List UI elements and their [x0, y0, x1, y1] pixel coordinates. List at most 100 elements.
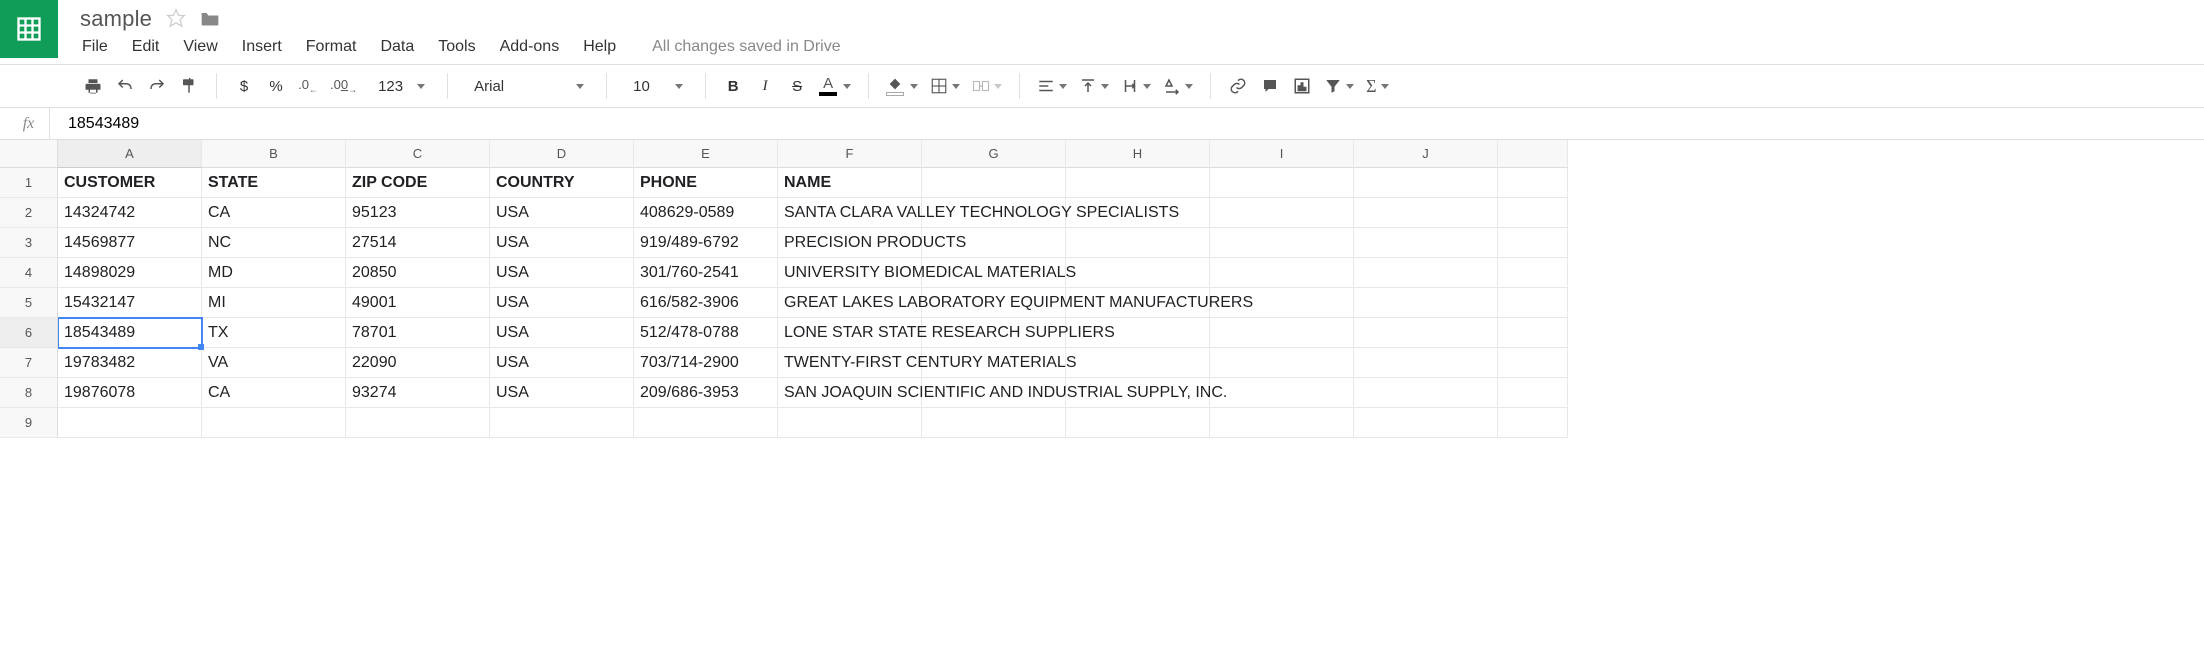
cell[interactable]: USA — [490, 348, 634, 378]
cell[interactable] — [1498, 378, 1568, 408]
cell[interactable]: 408629-0589 — [634, 198, 778, 228]
document-title[interactable]: sample — [80, 6, 152, 32]
cell[interactable]: COUNTRY — [490, 168, 634, 198]
select-all-corner[interactable] — [0, 140, 58, 168]
percent-button[interactable]: % — [263, 71, 289, 101]
cell[interactable]: NC — [202, 228, 346, 258]
cell[interactable] — [1066, 258, 1210, 288]
row-number[interactable]: 4 — [0, 258, 58, 288]
cell[interactable] — [1354, 258, 1498, 288]
cell[interactable]: PRECISION PRODUCTS — [778, 228, 922, 258]
cell[interactable] — [1210, 318, 1354, 348]
cell[interactable]: 27514 — [346, 228, 490, 258]
cell[interactable]: 14569877 — [58, 228, 202, 258]
column-header[interactable]: H — [1066, 140, 1210, 168]
column-header[interactable]: C — [346, 140, 490, 168]
menu-help[interactable]: Help — [581, 36, 618, 58]
cell[interactable]: 14898029 — [58, 258, 202, 288]
print-icon[interactable] — [80, 71, 106, 101]
decrease-decimal-button[interactable]: .0← — [295, 71, 321, 101]
cell[interactable]: SAN JOAQUIN SCIENTIFIC AND INDUSTRIAL SU… — [778, 378, 922, 408]
filter-icon[interactable] — [1321, 71, 1357, 101]
cell[interactable] — [58, 408, 202, 438]
menu-edit[interactable]: Edit — [130, 36, 162, 58]
cell[interactable]: 49001 — [346, 288, 490, 318]
redo-icon[interactable] — [144, 71, 170, 101]
menu-data[interactable]: Data — [378, 36, 416, 58]
column-header[interactable] — [1498, 140, 1568, 168]
cell[interactable] — [1210, 258, 1354, 288]
cell[interactable] — [922, 168, 1066, 198]
cell[interactable] — [1066, 408, 1210, 438]
insert-link-icon[interactable] — [1225, 71, 1251, 101]
column-header[interactable]: J — [1354, 140, 1498, 168]
cell[interactable] — [1354, 288, 1498, 318]
row-number[interactable]: 3 — [0, 228, 58, 258]
menu-insert[interactable]: Insert — [240, 36, 284, 58]
cell[interactable]: 20850 — [346, 258, 490, 288]
paint-format-icon[interactable] — [176, 71, 202, 101]
font-family-dropdown[interactable]: Arial — [462, 71, 592, 101]
cell[interactable]: USA — [490, 378, 634, 408]
cell[interactable] — [1210, 378, 1354, 408]
cell[interactable]: 19783482 — [58, 348, 202, 378]
cell[interactable] — [1066, 168, 1210, 198]
cell[interactable]: CUSTOMER — [58, 168, 202, 198]
sheets-logo[interactable] — [0, 0, 58, 58]
cell[interactable] — [346, 408, 490, 438]
cell[interactable]: 14324742 — [58, 198, 202, 228]
cell[interactable] — [634, 408, 778, 438]
cell[interactable] — [1354, 198, 1498, 228]
cell[interactable]: USA — [490, 258, 634, 288]
cell[interactable] — [778, 408, 922, 438]
cell[interactable]: SANTA CLARA VALLEY TECHNOLOGY SPECIALIST… — [778, 198, 922, 228]
functions-icon[interactable]: Σ — [1363, 71, 1391, 101]
cell[interactable] — [1354, 168, 1498, 198]
cell[interactable]: STATE — [202, 168, 346, 198]
cell[interactable]: TWENTY-FIRST CENTURY MATERIALS — [778, 348, 922, 378]
cell[interactable]: CA — [202, 198, 346, 228]
cell[interactable]: NAME — [778, 168, 922, 198]
column-header[interactable]: E — [634, 140, 778, 168]
cell[interactable] — [1354, 408, 1498, 438]
text-color-button[interactable]: A — [816, 71, 854, 101]
column-header[interactable]: G — [922, 140, 1066, 168]
cell[interactable]: 18543489 — [58, 318, 202, 348]
cell[interactable] — [1354, 348, 1498, 378]
italic-button[interactable]: I — [752, 71, 778, 101]
cell[interactable] — [1354, 318, 1498, 348]
column-header[interactable]: B — [202, 140, 346, 168]
cell[interactable]: 19876078 — [58, 378, 202, 408]
merge-cells-button[interactable] — [969, 71, 1005, 101]
folder-icon[interactable] — [200, 9, 220, 30]
cell[interactable] — [1066, 348, 1210, 378]
text-rotation-button[interactable] — [1160, 71, 1196, 101]
cell[interactable] — [1498, 348, 1568, 378]
cell[interactable]: USA — [490, 288, 634, 318]
cell[interactable]: CA — [202, 378, 346, 408]
cell[interactable]: USA — [490, 228, 634, 258]
row-number[interactable]: 2 — [0, 198, 58, 228]
borders-button[interactable] — [927, 71, 963, 101]
cell[interactable]: MI — [202, 288, 346, 318]
cell[interactable]: MD — [202, 258, 346, 288]
formula-input[interactable] — [50, 108, 2204, 139]
cell[interactable] — [1498, 198, 1568, 228]
cell[interactable] — [922, 408, 1066, 438]
row-number[interactable]: 7 — [0, 348, 58, 378]
cell[interactable]: 93274 — [346, 378, 490, 408]
font-size-dropdown[interactable]: 10 — [621, 71, 691, 101]
cell[interactable] — [1498, 318, 1568, 348]
cell[interactable]: ZIP CODE — [346, 168, 490, 198]
cell[interactable] — [490, 408, 634, 438]
undo-icon[interactable] — [112, 71, 138, 101]
cell[interactable]: LONE STAR STATE RESEARCH SUPPLIERS — [778, 318, 922, 348]
cell[interactable] — [1210, 168, 1354, 198]
cell[interactable]: GREAT LAKES LABORATORY EQUIPMENT MANUFAC… — [778, 288, 922, 318]
row-number[interactable]: 8 — [0, 378, 58, 408]
column-header[interactable]: A — [58, 140, 202, 168]
row-number[interactable]: 6 — [0, 318, 58, 348]
cell[interactable] — [1210, 408, 1354, 438]
number-format-dropdown[interactable]: 123 — [366, 71, 433, 101]
cell[interactable] — [1066, 228, 1210, 258]
